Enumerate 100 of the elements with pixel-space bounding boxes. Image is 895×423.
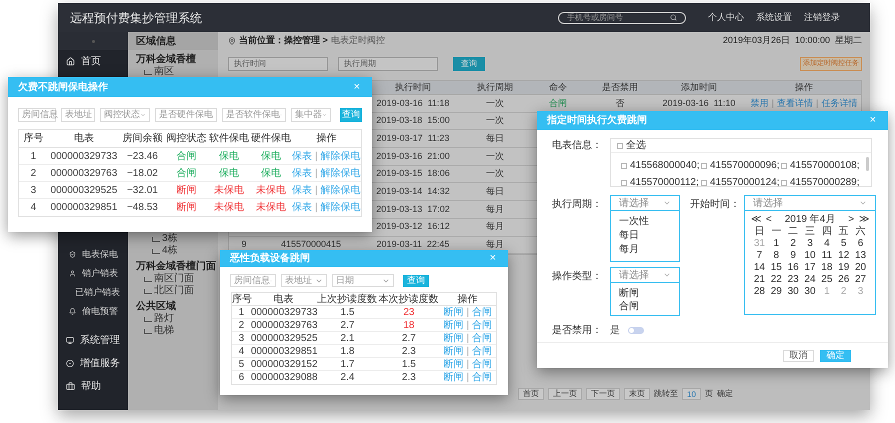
checkbox-label: 415568000040;	[630, 159, 700, 173]
calendar-day[interactable]: 7	[751, 250, 768, 262]
checkbox[interactable]	[781, 180, 787, 186]
checkbox[interactable]	[617, 142, 623, 148]
dropdown-option[interactable]: 合闸	[619, 299, 671, 312]
cancel-button[interactable]: 取消	[783, 350, 814, 362]
calendar-day[interactable]: 21	[751, 274, 768, 286]
calendar-day[interactable]: 22	[768, 274, 785, 286]
table-cell-text: 3	[30, 184, 38, 198]
calendar-day[interactable]: 13	[852, 250, 869, 262]
calendar-day[interactable]: 30	[802, 286, 818, 298]
status-text: 合闸	[176, 166, 198, 180]
calendar-nav-button[interactable]: >	[848, 214, 854, 224]
table-cell-text: 5	[238, 358, 246, 372]
dropdown-option[interactable]: 每日	[619, 228, 671, 242]
calendar-day[interactable]: 26	[835, 274, 852, 286]
tree-item[interactable]: 公共区域	[136, 301, 176, 313]
sidebar-item[interactable]: 电表保电	[58, 245, 128, 264]
checkbox[interactable]	[621, 162, 627, 168]
pagination-button[interactable]: 末页	[624, 388, 650, 400]
dropdown-option[interactable]: 每月	[619, 242, 671, 256]
tree-item[interactable]: 电梯	[154, 325, 174, 337]
calendar-day[interactable]: 16	[784, 262, 802, 274]
select-field[interactable]: 请选择	[610, 195, 680, 211]
filter-field[interactable]: 执行时间	[228, 57, 328, 71]
header-link[interactable]: 注销登录	[804, 10, 840, 24]
calendar-nav-button[interactable]: <	[766, 214, 772, 224]
table-cell-text: 否	[614, 96, 626, 110]
tree-item[interactable]: 4栋	[162, 245, 178, 257]
toggle-switch[interactable]	[628, 327, 644, 334]
pagination-button[interactable]: 上一页	[548, 388, 582, 400]
calendar-day[interactable]: 14	[751, 262, 768, 274]
calendar-day[interactable]: 8	[768, 250, 785, 262]
tree-item[interactable]: 3栋	[162, 233, 178, 245]
table-cell-text: 2019-03-18 15:00	[375, 114, 451, 128]
checkbox[interactable]	[621, 180, 627, 186]
dropdown-option[interactable]: 一次性	[619, 214, 671, 228]
sidebar-item[interactable]: 帮助	[58, 375, 128, 398]
checkbox[interactable]	[781, 162, 787, 168]
table-cell-text: 每月	[485, 220, 505, 234]
go-button[interactable]: 确定	[716, 390, 733, 398]
calendar-day[interactable]: 18	[818, 262, 836, 274]
calendar-day[interactable]: 19	[835, 262, 852, 274]
calendar-day[interactable]: 17	[802, 262, 818, 274]
sidebar-item[interactable]: 销户销表	[58, 264, 128, 283]
table-cell-text: 000000329763	[250, 318, 317, 332]
status-text: 未保电	[213, 200, 246, 215]
sidebar-item[interactable]: 偷电预警	[58, 302, 128, 321]
search-field[interactable]: 手机号或房间号	[558, 12, 686, 24]
calendar-day[interactable]: 30	[784, 286, 802, 298]
calendar-day[interactable]: 4	[818, 238, 836, 250]
header-link[interactable]: 个人中心	[708, 10, 744, 24]
checkbox[interactable]	[701, 180, 707, 186]
filter-field[interactable]: 执行周期	[338, 57, 438, 71]
sidebar-item[interactable]: 首页	[58, 50, 128, 73]
dropdown-option[interactable]: 断闸	[619, 286, 671, 299]
table-cell-text: 1.5	[400, 358, 417, 372]
shield-icon	[69, 251, 76, 258]
tree-item[interactable]: 路灯	[154, 313, 174, 325]
calendar-day[interactable]: 1	[768, 238, 785, 250]
search-icon	[670, 14, 677, 21]
separator: |	[466, 306, 470, 320]
sidebar-item[interactable]: 已销户销表	[58, 283, 128, 302]
table-cell-text: 23	[402, 306, 416, 320]
calendar-day[interactable]: 20	[852, 262, 869, 274]
calendar-nav-button[interactable]: ≫	[859, 214, 870, 224]
tree-item[interactable]: 南区门面	[154, 273, 194, 285]
calendar-day[interactable]: 15	[768, 262, 785, 274]
scrollbar-thumb[interactable]	[866, 157, 869, 171]
status-text: 保电	[260, 150, 282, 164]
calendar-day[interactable]: 28	[751, 286, 768, 298]
table-cell-text: −23.46	[126, 150, 159, 164]
tree-item[interactable]: 北区门面	[154, 285, 194, 297]
checkbox[interactable]	[701, 162, 707, 168]
calendar-day[interactable]: 27	[852, 274, 869, 286]
pagination-button[interactable]: 下一页	[586, 388, 620, 400]
calendar-day[interactable]: 29	[768, 286, 785, 298]
calendar-day[interactable]: 3	[802, 238, 818, 250]
calendar-day[interactable]: 25	[818, 274, 836, 286]
calendar-day[interactable]: 24	[802, 274, 818, 286]
table-cell-text: 2.3	[400, 371, 417, 385]
sidebar-item[interactable]: 增值服务	[58, 352, 128, 375]
select-field[interactable]: 请选择	[744, 195, 876, 211]
tree-item[interactable]: 南区	[154, 66, 174, 78]
status-text: 未保电	[254, 184, 287, 198]
calendar-day[interactable]: 11	[818, 250, 836, 262]
calendar-nav-button[interactable]: ≪	[750, 214, 761, 224]
calendar-day[interactable]: 9	[784, 250, 802, 262]
calendar-day[interactable]: 6	[852, 238, 869, 250]
header-link[interactable]: 系统设置	[756, 10, 792, 24]
tree-item[interactable]: 万科金域香檀	[136, 54, 196, 66]
pagination-button[interactable]: 首页	[518, 388, 544, 400]
calendar-day[interactable]: 5	[835, 238, 852, 250]
sidebar-item[interactable]: 系统管理	[58, 329, 128, 352]
select-field[interactable]: 请选择	[610, 267, 680, 283]
calendar-day[interactable]: 12	[835, 250, 852, 262]
calendar-day[interactable]: 10	[802, 250, 818, 262]
tree-item[interactable]: 万科金域香檀门面	[136, 261, 216, 273]
calendar-day[interactable]: 23	[784, 274, 802, 286]
calendar-day[interactable]: 2	[784, 238, 802, 250]
